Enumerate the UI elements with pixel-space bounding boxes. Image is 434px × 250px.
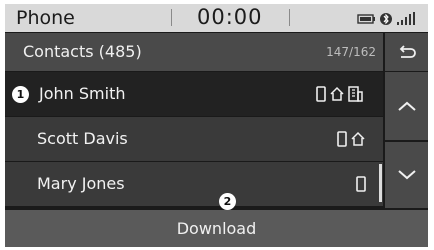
app-name: Phone: [16, 7, 75, 29]
mobile-icon: [356, 176, 366, 192]
infotainment-frame: Phone 00:00 Contacts (485) 147/162 John …: [5, 4, 428, 247]
contact-row[interactable]: Scott Davis: [5, 117, 383, 161]
mobile-icon: [316, 86, 326, 102]
chevron-down-icon: [397, 170, 416, 180]
back-button[interactable]: [385, 33, 428, 71]
back-arrow-icon: [399, 45, 416, 58]
clock: 00:00: [197, 5, 263, 29]
download-button[interactable]: Download: [5, 210, 428, 247]
status-icons: [357, 12, 415, 25]
signal-icon: [397, 12, 415, 25]
list-scrollbar[interactable]: [379, 164, 382, 202]
status-bar: Phone 00:00: [5, 4, 428, 32]
status-divider: [171, 9, 172, 26]
office-icon: [348, 86, 363, 102]
contacts-title: Contacts (485): [23, 42, 142, 61]
scroll-down-button[interactable]: [385, 142, 428, 208]
status-divider: [289, 9, 290, 26]
contact-name: Scott Davis: [37, 129, 128, 148]
number-types: [356, 176, 366, 192]
contact-list: John Smith Scott Davis Mary Jones: [5, 72, 383, 207]
contact-name: John Smith: [39, 84, 126, 103]
number-types: [337, 131, 366, 147]
contacts-header: Contacts (485) 147/162: [5, 33, 383, 71]
phone-screen: Phone 00:00 Contacts (485) 147/162 John …: [0, 0, 434, 250]
home-icon: [351, 131, 365, 146]
contact-row[interactable]: John Smith: [5, 72, 383, 116]
scroll-up-button[interactable]: [385, 72, 428, 140]
list-range: 147/162: [326, 45, 376, 59]
bluetooth-icon: [380, 13, 392, 25]
contact-name: Mary Jones: [37, 174, 125, 193]
battery-icon: [357, 14, 375, 24]
callout-marker-2: 2: [219, 193, 236, 210]
callout-marker-1: 1: [12, 86, 29, 103]
mobile-icon: [337, 131, 347, 147]
chevron-up-icon: [397, 101, 416, 111]
number-types: [316, 86, 363, 102]
home-icon: [330, 86, 344, 101]
contact-row[interactable]: Mary Jones: [5, 162, 383, 206]
